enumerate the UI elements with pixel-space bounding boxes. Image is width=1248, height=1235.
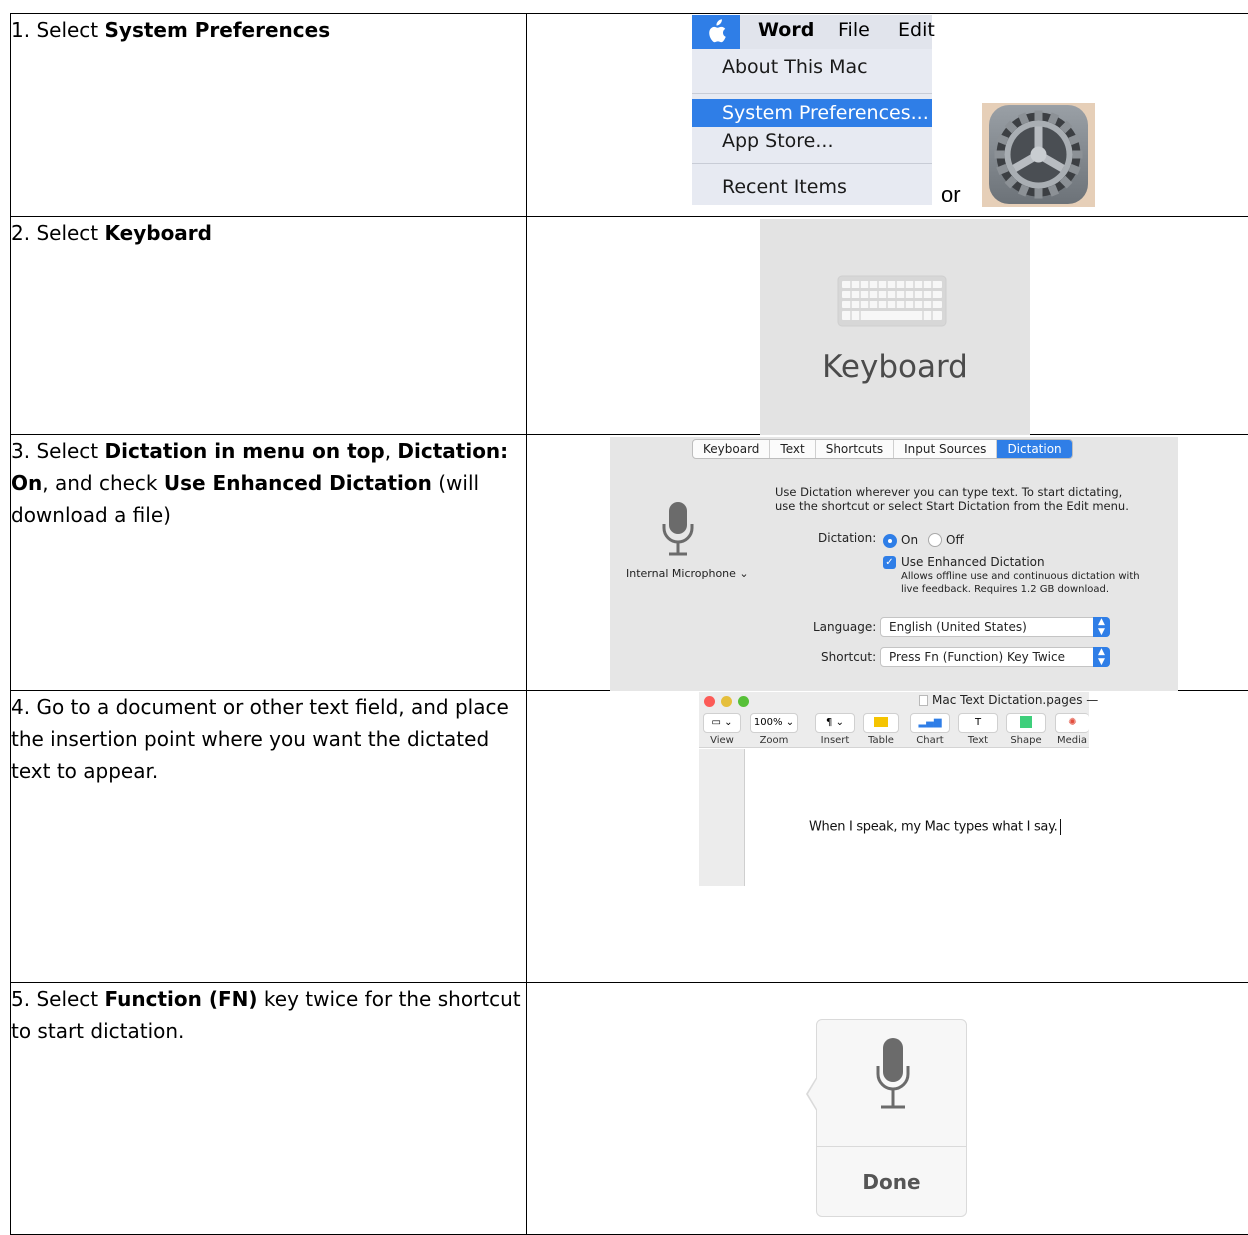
media-button[interactable]: ✺ — [1055, 713, 1089, 733]
prefs-tabs: Keyboard Text Shortcuts Input Sources Di… — [692, 439, 1073, 459]
menu-bar-file[interactable]: File — [838, 19, 870, 41]
step-row-4: 4. Go to a document or other text field,… — [11, 691, 1248, 983]
menu-item-about[interactable]: About This Mac — [692, 53, 932, 81]
step-row-2: 2. Select Keyboard — [11, 217, 1248, 435]
dictation-label: Dictation: — [818, 531, 876, 545]
menu-bar-edit[interactable]: Edit — [898, 19, 935, 41]
dictation-preferences: Keyboard Text Shortcuts Input Sources Di… — [610, 437, 1178, 691]
microphone-icon — [875, 1036, 911, 1125]
step-row-1: 1. Select System Preferences Word File E… — [11, 14, 1248, 217]
stepper-arrows-icon: ▲▼ — [1093, 617, 1110, 637]
steps-table: 1. Select System Preferences Word File E… — [10, 13, 1248, 1235]
language-label: Language: — [813, 620, 876, 634]
step-3-screenshot: Keyboard Text Shortcuts Input Sources Di… — [527, 435, 1248, 691]
toolbar-label-zoom: Zoom — [751, 735, 797, 746]
text-button[interactable]: T — [958, 713, 998, 733]
photos-icon: ✺ — [1068, 717, 1076, 728]
step-row-3: 3. Select Dictation in menu on top, Dict… — [11, 435, 1248, 691]
document-title: Mac Text Dictation.pages — — [919, 693, 1098, 707]
menu-item-system-preferences[interactable]: System Preferences... — [692, 99, 932, 127]
dictation-on-label: On — [901, 533, 918, 547]
minimize-window-button[interactable] — [721, 696, 732, 707]
toolbar-label-shape: Shape — [1003, 735, 1049, 746]
or-label: or — [941, 182, 961, 208]
tab-keyboard[interactable]: Keyboard — [693, 440, 770, 458]
menu-item-app-store[interactable]: App Store... — [692, 127, 932, 155]
pilcrow-icon: ¶ — [826, 717, 832, 728]
shortcut-label: Shortcut: — [821, 650, 876, 664]
shortcut-select[interactable]: Press Fn (Function) Key Twice▲▼ — [880, 647, 1110, 667]
menu-bar: Word File Edit — [692, 15, 932, 49]
view-button[interactable]: ▭ ⌄ — [703, 713, 741, 733]
toolbar-label-media: Media — [1049, 735, 1095, 746]
dictation-off-label: Off — [946, 533, 964, 547]
sidebar-icon: ▭ — [711, 717, 720, 728]
chevron-down-icon: ⌄ — [739, 567, 748, 580]
tab-input-sources[interactable]: Input Sources — [894, 440, 997, 458]
close-window-button[interactable] — [704, 696, 715, 707]
enhanced-dictation-label: Use Enhanced Dictation — [901, 555, 1045, 569]
pages-document-icon — [919, 695, 928, 706]
step-1-screenshot: Word File Edit About This Mac System Pre… — [527, 14, 1248, 217]
done-button[interactable]: Done — [817, 1146, 966, 1216]
keyboard-icon — [837, 275, 947, 332]
popup-pointer-fill — [808, 1077, 818, 1111]
document-text[interactable]: When I speak, my Mac types what I say. — [809, 819, 1061, 835]
intro-line-2: use the shortcut or select Start Dictati… — [775, 499, 1129, 513]
language-select[interactable]: English (United States)▲▼ — [880, 617, 1110, 637]
step-1-instruction: 1. Select System Preferences — [11, 14, 527, 217]
menu-separator — [692, 93, 932, 94]
dictation-off-radio[interactable] — [928, 533, 942, 547]
intro-line-1: Use Dictation wherever you can type text… — [775, 485, 1122, 499]
apple-icon[interactable] — [692, 15, 740, 49]
step-4-instruction: 4. Go to a document or other text field,… — [11, 691, 527, 983]
toolbar-label-insert: Insert — [812, 735, 858, 746]
step-2-instruction: 2. Select Keyboard — [11, 217, 527, 435]
menu-item-recent-items[interactable]: Recent Items — [692, 173, 932, 201]
step-5-instruction: 5. Select Function (FN) key twice for th… — [11, 983, 527, 1235]
keyboard-pane[interactable]: Keyboard — [760, 219, 1030, 435]
enhanced-desc-1: Allows offline use and continuous dictat… — [901, 571, 1140, 582]
insert-button[interactable]: ¶ ⌄ — [815, 713, 855, 733]
step-5-screenshot: Done — [527, 983, 1248, 1235]
step-row-5: 5. Select Function (FN) key twice for th… — [11, 983, 1248, 1235]
chart-button[interactable]: ▂▄▆ — [910, 713, 950, 733]
step-3-instruction: 3. Select Dictation in menu on top, Dict… — [11, 435, 527, 691]
shape-button[interactable] — [1006, 713, 1046, 733]
tab-text[interactable]: Text — [770, 440, 815, 458]
menu-separator — [692, 163, 932, 164]
tab-shortcuts[interactable]: Shortcuts — [816, 440, 894, 458]
zoom-select[interactable]: 100% ⌄ — [750, 713, 798, 733]
pages-window: Mac Text Dictation.pages — ▭ ⌄ 100% ⌄ ¶ … — [699, 692, 1089, 886]
zoom-window-button[interactable] — [738, 696, 749, 707]
enhanced-dictation-checkbox[interactable]: ✓ — [883, 556, 896, 569]
system-preferences-app-icon[interactable] — [982, 103, 1095, 207]
toolbar-label-text: Text — [955, 735, 1001, 746]
pages-toolbar: Mac Text Dictation.pages — ▭ ⌄ 100% ⌄ ¶ … — [699, 692, 1089, 748]
step-2-screenshot: Keyboard — [527, 217, 1248, 435]
page-thumbnails-sidebar[interactable] — [699, 749, 745, 886]
shape-icon — [1020, 716, 1032, 728]
apple-menu: Word File Edit About This Mac System Pre… — [692, 15, 932, 205]
toolbar-label-view: View — [699, 735, 745, 746]
text-icon: T — [975, 717, 981, 728]
page: 1. Select System Preferences Word File E… — [0, 0, 1248, 1220]
toolbar-label-table: Table — [858, 735, 904, 746]
keyboard-label: Keyboard — [760, 349, 1030, 385]
microphone-icon — [661, 500, 695, 563]
table-button[interactable] — [863, 713, 899, 733]
toolbar-label-chart: Chart — [907, 735, 953, 746]
step-4-screenshot: Mac Text Dictation.pages — ▭ ⌄ 100% ⌄ ¶ … — [527, 691, 1248, 983]
dictation-popup: Done — [816, 1019, 967, 1217]
menu-bar-word[interactable]: Word — [758, 19, 814, 41]
gear-icon — [989, 105, 1088, 204]
enhanced-desc-2: live feedback. Requires 1.2 GB download. — [901, 584, 1109, 595]
dictation-on-radio[interactable] — [883, 534, 897, 548]
chart-icon: ▂▄▆ — [918, 717, 941, 728]
microphone-select[interactable]: Internal Microphone ⌄ — [626, 567, 749, 580]
insertion-point — [1060, 819, 1061, 835]
table-icon — [874, 717, 888, 727]
stepper-arrows-icon: ▲▼ — [1093, 647, 1110, 667]
tab-dictation[interactable]: Dictation — [997, 440, 1071, 458]
